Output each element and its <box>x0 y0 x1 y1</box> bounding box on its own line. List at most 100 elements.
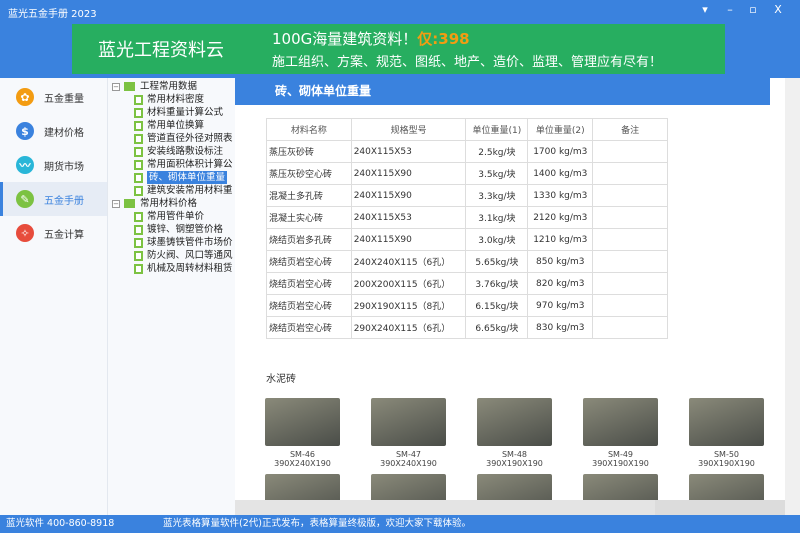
brick-size: 390X190X190 <box>486 459 543 468</box>
table-cell: 混凝土多孔砖 <box>266 184 352 207</box>
table-cell <box>592 250 668 273</box>
table-cell <box>592 162 668 185</box>
table-cell: 混凝土实心砖 <box>266 206 352 229</box>
minimize-button[interactable]: – <box>722 3 738 19</box>
table-cell: 240X115X90 <box>350 228 467 251</box>
tree-item[interactable]: 管道直径外径对照表 <box>108 132 235 145</box>
horizontal-scrollbar[interactable] <box>235 500 785 515</box>
document-icon <box>134 94 143 105</box>
table-cell: 烧结页岩空心砖 <box>266 272 352 295</box>
table-row: 蒸压灰砂砖 240X115X53 2.5kg/块 1700 kg/m3 <box>266 140 668 163</box>
sidebar-item-label: 期货市场 <box>44 161 84 173</box>
sidebar-item[interactable]: ✎ 五金手册 <box>0 182 107 216</box>
dollar-icon: $ <box>16 122 34 140</box>
brick-image <box>477 398 552 446</box>
banner-price: 仅:398 <box>417 30 470 48</box>
brick-code: SM-48 <box>501 450 528 459</box>
folder-icon <box>124 199 135 208</box>
status-bar: 蓝光软件 400-860-8918 蓝光表格算量软件(2代)正式发布，表格算量终… <box>0 515 800 533</box>
scroll-thumb[interactable] <box>235 500 655 515</box>
brick-image <box>583 398 658 446</box>
ad-banner[interactable]: 蓝光工程资料云 100G海量建筑资料！仅:398 施工组织、方案、规范、图纸、地… <box>72 24 725 74</box>
table-cell: 850 kg/m3 <box>527 250 594 273</box>
sidebar-item[interactable]: $ 建材价格 <box>0 114 107 148</box>
content-panel: 砖、砌体单位重量 材料名称 规格型号 单位重量(1) 单位重量(2) 备注 蒸压灰砂砖 24… <box>235 78 785 500</box>
collapse-icon[interactable]: − <box>112 82 120 91</box>
table-cell: 5.65kg/块 <box>465 250 529 273</box>
brick-item: SM-48 390X190X190 <box>467 398 562 468</box>
document-icon <box>134 120 143 131</box>
document-icon <box>134 159 143 170</box>
brick-item: SM-50 390X190X190 <box>679 398 774 468</box>
sidebar: ✿ 五金重量 $ 建材价格〰期货市场 ✎ 五金手册 ✧ 五金计算 <box>0 78 108 515</box>
brick-item: SM-49 390X190X190 <box>573 398 668 468</box>
tree-item[interactable]: 安装线路敷设标注 <box>108 145 235 158</box>
tree-item[interactable]: 砖、砌体单位重量 <box>108 171 235 184</box>
table-cell: 3.1kg/块 <box>465 206 529 229</box>
table-row: 烧结页岩空心砖 200X200X115（6孔） 3.76kg/块 820 kg/m3 <box>266 272 668 295</box>
tree-item[interactable]: 机械及周转材料租赁 <box>108 262 235 275</box>
column-header: 单位重量(1) <box>465 118 529 141</box>
table-cell: 240X240X115（6孔） <box>350 250 467 273</box>
table-cell: 200X200X115（6孔） <box>350 272 467 295</box>
tree-item[interactable]: 常用材料密度 <box>108 93 235 106</box>
brick-item <box>679 474 774 500</box>
brick-item: SM-46 390X240X190 <box>255 398 350 468</box>
brick-item <box>255 474 350 500</box>
table-cell: 烧结页岩空心砖 <box>266 250 352 273</box>
table-cell <box>592 294 668 317</box>
sidebar-item[interactable]: ✧ 五金计算 <box>0 216 107 250</box>
title-bar: 蓝光五金手册 2023 ▾ – ▫ X <box>0 0 800 24</box>
tree-item-label: 常用材料密度 <box>147 94 205 105</box>
table-cell: 蒸压灰砂砖 <box>266 140 352 163</box>
table-cell: 蒸压灰砂空心砖 <box>266 162 352 185</box>
tree-item[interactable]: 常用面积体积计算公 <box>108 158 235 171</box>
tree-item[interactable]: 镀锌、钢塑管价格 <box>108 223 235 236</box>
table-row: 烧结页岩空心砖 240X240X115（6孔） 5.65kg/块 850 kg/m3 <box>266 250 668 273</box>
brick-image <box>371 474 446 500</box>
table-cell: 3.3kg/块 <box>465 184 529 207</box>
tree-item[interactable]: 球墨铸铁管件市场价 <box>108 236 235 249</box>
document-icon <box>134 224 143 235</box>
table-cell: 830 kg/m3 <box>527 316 594 339</box>
vertical-scrollbar[interactable] <box>785 78 800 515</box>
collapse-icon[interactable]: − <box>112 199 120 208</box>
tree-group[interactable]: − 常用材料价格 <box>108 197 235 210</box>
tree-item[interactable]: 材料重量计算公式 <box>108 106 235 119</box>
folder-icon <box>124 82 135 91</box>
sidebar-item-label: 五金计算 <box>44 229 84 241</box>
tree-item-label: 安装线路敷设标注 <box>147 146 224 157</box>
table-cell: 1330 kg/m3 <box>527 184 594 207</box>
menu-dropdown-button[interactable]: ▾ <box>697 3 713 19</box>
banner-headline: 100G海量建筑资料！ <box>272 30 418 48</box>
content-title: 砖、砌体单位重量 <box>235 78 770 105</box>
table-row: 烧结页岩空心砖 290X240X115（6孔） 6.65kg/块 830 kg/m3 <box>266 316 668 339</box>
tree-item-label: 球墨铸铁管件市场价 <box>147 237 233 248</box>
tree-item[interactable]: 常用管件单价 <box>108 210 235 223</box>
maximize-button[interactable]: ▫ <box>745 3 761 19</box>
tree-item[interactable]: 建筑安装常用材料重 <box>108 184 235 197</box>
tree-item-label: 防火阀、风口等通风 <box>147 250 233 261</box>
column-header: 单位重量(2) <box>527 118 594 141</box>
sidebar-item[interactable]: 〰期货市场 <box>0 148 107 182</box>
tree-item-label: 常用面积体积计算公 <box>147 159 233 170</box>
close-button[interactable]: X <box>770 3 786 19</box>
table-cell <box>592 228 668 251</box>
tree-item[interactable]: 常用单位换算 <box>108 119 235 132</box>
sidebar-item-label: 五金手册 <box>44 195 84 207</box>
table-cell: 2.5kg/块 <box>465 140 529 163</box>
table-cell: 6.15kg/块 <box>465 294 529 317</box>
document-icon <box>134 250 143 261</box>
sidebar-item-label: 建材价格 <box>44 127 84 139</box>
brick-code: SM-47 <box>395 450 422 459</box>
sidebar-item[interactable]: ✿ 五金重量 <box>0 80 107 114</box>
table-cell <box>592 272 668 295</box>
banner-line2: 施工组织、方案、规范、图纸、地产、造价、监理、管理应有尽有！ <box>272 55 663 70</box>
table-cell: 烧结页岩空心砖 <box>266 294 352 317</box>
tree-item-label: 镀锌、钢塑管价格 <box>147 224 224 235</box>
brick-image <box>265 474 340 500</box>
brick-image <box>689 474 764 500</box>
tree-group[interactable]: − 工程常用数据 <box>108 80 235 93</box>
table-cell: 240X115X53 <box>350 140 467 163</box>
tree-item[interactable]: 防火阀、风口等通风 <box>108 249 235 262</box>
